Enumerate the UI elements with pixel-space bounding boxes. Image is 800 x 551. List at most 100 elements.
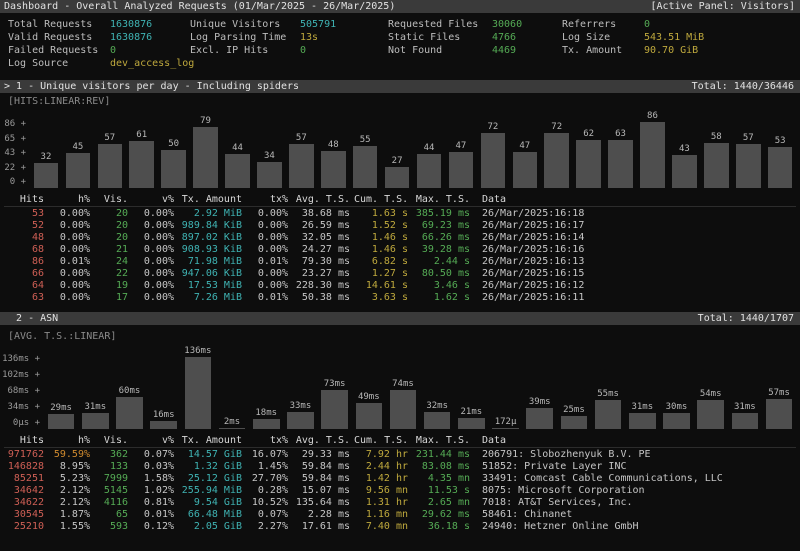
bar-group: 27 (383, 110, 411, 188)
column-header: Data (474, 435, 796, 447)
y-axis: 86 +65 +43 +22 +0 + (0, 110, 26, 188)
bar (225, 154, 250, 188)
table-row[interactable]: 530.00%200.00%2.92 MiB0.00%38.68 ms1.63 … (4, 208, 796, 220)
table-row[interactable]: 480.00%200.00%897.02 KiB0.00%32.05 ms1.4… (4, 232, 796, 244)
cell-h-pct: 2.12% (48, 497, 90, 509)
bar-group: 48 (319, 110, 347, 188)
bar-group: 62 (575, 110, 603, 188)
table-row[interactable]: 346422.12%51451.02%255.94 MiB0.28%15.07 … (4, 485, 796, 497)
bar-value-label: 53 (775, 136, 786, 147)
bar (219, 428, 246, 429)
summary-row: Total Requests1630876Unique Visitors5057… (8, 18, 800, 31)
cell-avg-ts: 17.61 ms (292, 521, 350, 533)
bar-value-label: 57 (743, 133, 754, 144)
bar-value-label: 39ms (529, 397, 551, 408)
summary-label: Tx. Amount (562, 44, 638, 57)
table-row[interactable]: 1468288.95%1330.03%1.32 GiB1.45%59.84 ms… (4, 461, 796, 473)
cell-max-ts: 36.18 s (412, 521, 470, 533)
cell-data: 26/Mar/2025:16:16 (474, 244, 796, 256)
summary-value: dev_access_log (110, 57, 184, 70)
bar-value-label: 55ms (597, 389, 619, 400)
column-header: Max. T.S. (412, 194, 470, 206)
panel-header-visitors[interactable]: > 1 - Unique visitors per day - Includin… (0, 80, 800, 93)
bar-value-label: 31ms (631, 402, 653, 413)
y-axis-tick: 0μs + (13, 417, 40, 429)
cell-tx-amount: 1.32 GiB (178, 461, 242, 473)
bar-group: 47 (447, 110, 475, 188)
bar-plot: 3245576150794434574855274447724772626386… (26, 110, 796, 188)
bar-value-label: 31ms (84, 402, 106, 413)
column-header: Hits (4, 194, 44, 206)
cell-tx-pct: 0.00% (246, 220, 288, 232)
chart-meta-label: [AVG. T.S.:LINEAR] (0, 325, 800, 345)
bar (663, 413, 690, 429)
cell-avg-ts: 135.64 ms (292, 497, 350, 509)
bar-group: 18ms (251, 345, 281, 429)
table-row[interactable]: 660.00%220.00%947.06 KiB0.00%23.27 ms1.2… (4, 268, 796, 280)
cell-max-ts: 2.65 mn (412, 497, 470, 509)
cell-data: 26/Mar/2025:16:14 (474, 232, 796, 244)
cell-visitors: 5145 (94, 485, 128, 497)
column-header: v% (132, 194, 174, 206)
cell-hits: 68 (4, 244, 44, 256)
table-row[interactable]: 860.01%240.00%71.98 MiB0.01%79.30 ms6.82… (4, 256, 796, 268)
column-header: Vis. (94, 194, 128, 206)
y-axis-tick: 65 + (4, 133, 26, 145)
bar-group: 43 (670, 110, 698, 188)
y-axis-tick: 22 + (4, 162, 26, 174)
bar (390, 390, 417, 429)
summary-label: Failed Requests (8, 44, 104, 57)
bar (353, 146, 378, 188)
bar-value-label: 86 (647, 111, 658, 122)
table-row[interactable]: 852515.23%79991.58%25.12 GiB27.70%59.84 … (4, 473, 796, 485)
summary-label: Static Files (388, 31, 486, 44)
cell-cum-ts: 1.63 s (354, 208, 408, 220)
summary-value: 90.70 GiB (644, 44, 800, 57)
table-row[interactable]: 680.00%210.00%908.93 KiB0.00%24.27 ms1.4… (4, 244, 796, 256)
cell-tx-pct: 0.01% (246, 256, 288, 268)
y-axis-tick: 136ms + (2, 353, 40, 365)
cell-data: 26/Mar/2025:16:12 (474, 280, 796, 292)
summary-value: 0 (644, 18, 800, 31)
bar-group: 49ms (354, 345, 384, 429)
cell-tx-amount: 7.26 MiB (178, 292, 242, 304)
bar (704, 143, 729, 188)
cell-tx-pct: 16.07% (246, 449, 288, 461)
bar (161, 150, 186, 188)
summary-value: 1630876 (110, 18, 184, 31)
cell-tx-amount: 255.94 MiB (178, 485, 242, 497)
cell-hits: 53 (4, 208, 44, 220)
table-row[interactable]: 305451.87%650.01%66.48 MiB0.07%2.28 ms1.… (4, 509, 796, 521)
table-row[interactable]: 252101.55%5930.12%2.05 GiB2.27%17.61 ms7… (4, 521, 796, 533)
column-header: tx% (246, 435, 288, 447)
cell-hits: 146828 (4, 461, 44, 473)
cell-h-pct: 0.00% (48, 232, 90, 244)
y-axis-tick: 68ms + (7, 385, 40, 397)
bar-value-label: 29ms (50, 403, 72, 414)
table-row[interactable]: 346222.12%41160.81%9.54 GiB10.52%135.64 … (4, 497, 796, 509)
cell-hits: 85251 (4, 473, 44, 485)
bar-group: 29ms (46, 345, 76, 429)
asn-table: Hitsh%Vis.v%Tx. Amounttx%Avg. T.S.Cum. T… (0, 433, 800, 533)
table-row[interactable]: 97176259.59%3620.07%14.57 GiB16.07%29.33… (4, 449, 796, 461)
table-row[interactable]: 640.00%190.00%17.53 MiB0.00%228.30 ms14.… (4, 280, 796, 292)
cell-tx-amount: 2.92 MiB (178, 208, 242, 220)
bar-group: 44 (224, 110, 252, 188)
bar-value-label: 57 (296, 133, 307, 144)
y-axis-tick: 43 + (4, 147, 26, 159)
bar (736, 144, 761, 188)
cell-avg-ts: 29.33 ms (292, 449, 350, 461)
cell-tx-pct: 0.07% (246, 509, 288, 521)
panel-header-asn[interactable]: 2 - ASN Total: 1440/1707 (0, 312, 800, 325)
cell-avg-ts: 26.59 ms (292, 220, 350, 232)
bar (385, 167, 410, 188)
table-row[interactable]: 630.00%170.00%7.26 MiB0.01%50.38 ms3.63 … (4, 292, 796, 304)
cell-data: 26/Mar/2025:16:13 (474, 256, 796, 268)
table-row[interactable]: 520.00%200.00%989.84 KiB0.00%26.59 ms1.5… (4, 220, 796, 232)
cell-cum-ts: 7.92 hr (354, 449, 408, 461)
column-header: h% (48, 435, 90, 447)
column-header: v% (132, 435, 174, 447)
cell-avg-ts: 38.68 ms (292, 208, 350, 220)
bar-value-label: 34 (264, 151, 275, 162)
cell-cum-ts: 7.40 mn (354, 521, 408, 533)
